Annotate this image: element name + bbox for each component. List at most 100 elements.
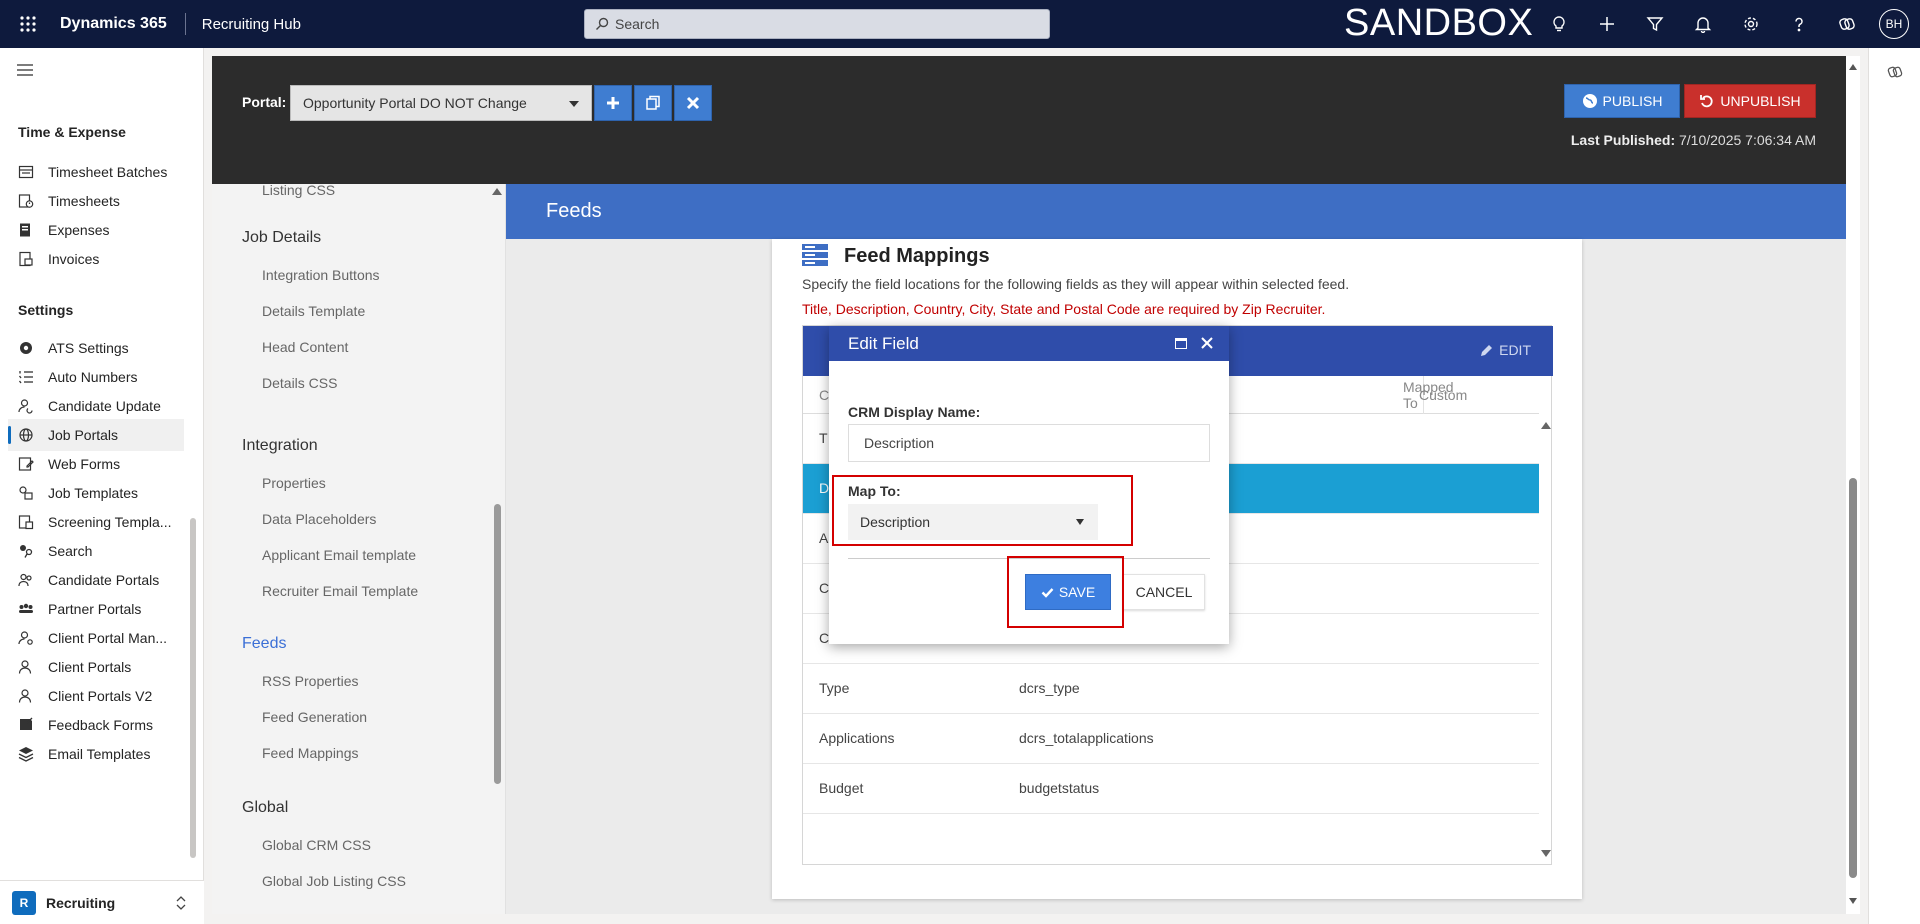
nav-item-invoices[interactable]: Invoices xyxy=(8,243,184,275)
menu-item-applicant-email-template[interactable]: Applicant Email template xyxy=(262,547,416,563)
menu-item-data-placeholders[interactable]: Data Placeholders xyxy=(262,511,376,527)
help-button[interactable] xyxy=(1775,0,1823,48)
menu-item-feed-mappings[interactable]: Feed Mappings xyxy=(262,745,359,761)
nav-item-candidate-update[interactable]: Candidate Update xyxy=(8,390,184,422)
dialog-title: Edit Field xyxy=(848,333,919,353)
scroll-up-arrow[interactable] xyxy=(492,188,502,195)
search-box[interactable]: Search xyxy=(584,9,1050,39)
scroll-up-arrow[interactable] xyxy=(1849,64,1857,70)
nav-item-timesheets[interactable]: Timesheets xyxy=(8,185,184,217)
menu-item-listing-css[interactable]: Listing CSS xyxy=(262,182,335,198)
menu-item-rss-properties[interactable]: RSS Properties xyxy=(262,673,358,689)
nav-item-partner-portals[interactable]: Partner Portals xyxy=(8,593,184,625)
nav-item-screening-templates[interactable]: Screening Templa... xyxy=(8,506,184,538)
help-icon xyxy=(1795,17,1803,32)
search-placeholder: Search xyxy=(615,16,660,32)
nav-scrollbar[interactable] xyxy=(190,518,196,858)
plus-icon xyxy=(1600,17,1614,31)
user-avatar[interactable]: BH xyxy=(1879,9,1909,39)
filter-button[interactable] xyxy=(1631,0,1679,48)
chevron-up-down-icon xyxy=(176,896,186,910)
notifications-button[interactable] xyxy=(1679,0,1727,48)
group-integration: Integration xyxy=(242,437,318,454)
nav-item-feedback-forms[interactable]: Feedback Forms xyxy=(8,709,184,741)
scroll-thumb[interactable] xyxy=(1849,478,1857,878)
globe-icon xyxy=(19,428,33,442)
area-badge: R xyxy=(12,890,36,915)
delete-portal-button[interactable] xyxy=(674,85,712,121)
edit-button[interactable]: EDIT xyxy=(1480,342,1531,358)
table-row[interactable]: Type dcrs_type xyxy=(803,664,1539,714)
filter-icon xyxy=(1646,17,1664,32)
pencil-icon xyxy=(1481,345,1493,356)
grid-scroll-up-arrow[interactable] xyxy=(1541,422,1551,429)
app-launcher-button[interactable] xyxy=(10,6,46,42)
area-switcher[interactable]: R Recruiting xyxy=(0,880,204,924)
menu-item-global-job-listing-css[interactable]: Global Job Listing CSS xyxy=(262,873,406,889)
nav-item-candidate-portals[interactable]: Candidate Portals xyxy=(8,564,184,596)
portal-label: Portal: xyxy=(242,94,287,110)
portal-section-sidebar: Listing CSS Job Details Integration Butt… xyxy=(212,182,506,914)
menu-item-feed-generation[interactable]: Feed Generation xyxy=(262,709,367,725)
table-row[interactable]: Applications dcrs_totalapplications xyxy=(803,714,1539,764)
portal-select[interactable]: Opportunity Portal DO NOT Change xyxy=(290,85,592,121)
ideas-button[interactable] xyxy=(1535,0,1583,48)
nav-item-web-forms[interactable]: Web Forms xyxy=(8,448,184,480)
table-row[interactable]: Budget budgetstatus xyxy=(803,764,1539,814)
menu-item-properties[interactable]: Properties xyxy=(262,475,326,491)
scroll-down-arrow[interactable] xyxy=(1849,898,1857,904)
nav-item-client-portal-management[interactable]: Client Portal Man... xyxy=(8,622,184,654)
brand-name[interactable]: Dynamics 365 xyxy=(60,15,167,33)
crm-display-name-field[interactable]: Description xyxy=(848,424,1210,462)
menu-item-details-template[interactable]: Details Template xyxy=(262,303,365,319)
nav-item-job-portals[interactable]: Job Portals xyxy=(8,419,184,451)
hamburger-icon[interactable] xyxy=(14,62,36,78)
person-icon xyxy=(18,689,32,703)
group-feeds[interactable]: Feeds xyxy=(242,635,286,653)
menu-item-integration-buttons[interactable]: Integration Buttons xyxy=(262,267,380,283)
menu-item-global-crm-css[interactable]: Global CRM CSS xyxy=(262,837,371,853)
nav-item-auto-numbers[interactable]: Auto Numbers xyxy=(8,361,184,393)
sidebar-scrollbar[interactable] xyxy=(494,504,501,784)
nav-item-search[interactable]: Search xyxy=(8,535,184,567)
maximize-icon[interactable] xyxy=(1175,338,1187,349)
menu-item-head-content[interactable]: Head Content xyxy=(262,339,348,355)
add-portal-button[interactable] xyxy=(594,85,632,121)
menu-item-recruiter-email-template[interactable]: Recruiter Email Template xyxy=(262,583,418,599)
nav-item-timesheet-batches[interactable]: Timesheet Batches xyxy=(8,156,184,188)
bell-icon xyxy=(1694,17,1712,33)
highlight-save xyxy=(1007,556,1124,628)
grid-scroll-down-arrow[interactable] xyxy=(1541,850,1551,857)
nav-section-settings: Settings xyxy=(18,302,74,318)
environment-label: SANDBOX xyxy=(1344,2,1534,44)
new-button[interactable] xyxy=(1583,0,1631,48)
timesheets-icon xyxy=(18,194,34,208)
copilot-button[interactable] xyxy=(1823,0,1871,48)
copilot-icon[interactable] xyxy=(1887,64,1903,80)
copilot-icon xyxy=(1839,18,1855,30)
plus-icon xyxy=(607,97,619,109)
form-icon xyxy=(18,457,34,471)
nav-item-client-portals[interactable]: Client Portals xyxy=(8,651,184,683)
nav-item-client-portals-v2[interactable]: Client Portals V2 xyxy=(8,680,184,712)
close-icon[interactable] xyxy=(1199,335,1215,351)
unpublish-button[interactable]: UNPUBLISH xyxy=(1684,84,1816,118)
copy-icon xyxy=(646,95,660,110)
nav-item-expenses[interactable]: Expenses xyxy=(8,214,184,246)
group-global: Global xyxy=(242,799,289,816)
nav-item-job-templates[interactable]: Job Templates xyxy=(8,477,184,509)
card-description: Specify the field locations for the foll… xyxy=(802,276,1350,292)
app-name[interactable]: Recruiting Hub xyxy=(202,16,301,33)
publish-button[interactable]: PUBLISH xyxy=(1564,84,1680,118)
cancel-button[interactable]: CANCEL xyxy=(1123,574,1205,610)
copy-portal-button[interactable] xyxy=(634,85,672,121)
nav-item-email-templates[interactable]: Email Templates xyxy=(8,738,184,770)
menu-item-details-css[interactable]: Details CSS xyxy=(262,375,337,391)
gear-icon xyxy=(1744,17,1758,31)
column-header-custom[interactable]: Custom xyxy=(1403,376,1539,414)
settings-button[interactable] xyxy=(1727,0,1775,48)
section-banner: Feeds xyxy=(506,184,1846,239)
top-actions: BH xyxy=(1535,0,1909,48)
page-scrollbar[interactable] xyxy=(1846,56,1860,914)
nav-item-ats-settings[interactable]: ATS Settings xyxy=(8,332,184,364)
